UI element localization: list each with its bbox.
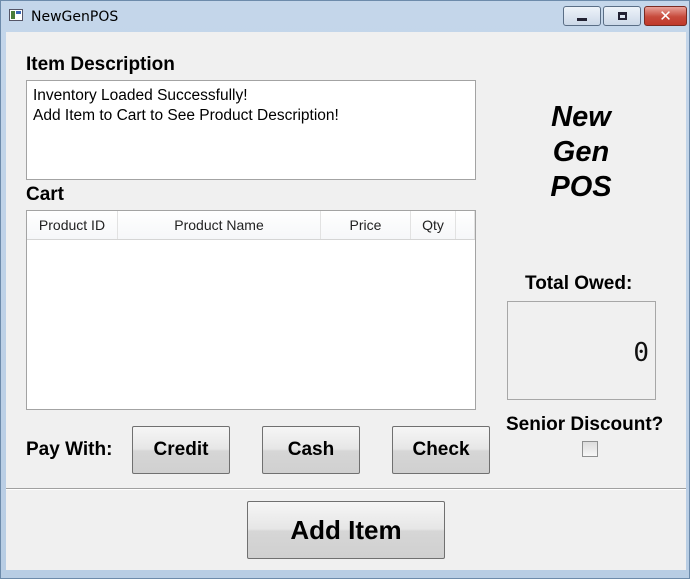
total-owed-value: 0 [633,338,649,368]
description-line: Inventory Loaded Successfully! [33,87,248,104]
title-bar[interactable]: NewGenPOS ✕ [1,1,689,32]
brand-logo: New Gen POS [521,100,641,205]
minimize-icon [577,18,587,21]
minimize-button[interactable] [563,6,601,26]
app-window: NewGenPOS ✕ Item Description Inventory L… [0,0,690,579]
cart-table-header: Product ID Product Name Price Qty [27,211,475,240]
maximize-button[interactable] [603,6,641,26]
divider [6,488,686,490]
brand-line: POS [550,171,612,203]
add-item-button[interactable]: Add Item [247,501,445,559]
cash-button[interactable]: Cash [262,426,360,474]
total-owed-label: Total Owed: [525,273,633,294]
brand-line: Gen [552,136,610,168]
senior-discount-checkbox[interactable] [582,441,598,457]
senior-discount-label: Senior Discount? [506,414,664,435]
credit-button[interactable]: Credit [132,426,230,474]
app-icon [9,9,23,21]
close-icon: ✕ [659,7,672,25]
column-header-qty[interactable]: Qty [411,211,456,239]
client-area: Item Description Inventory Loaded Succes… [6,32,686,570]
column-header-price[interactable]: Price [321,211,411,239]
column-header-product-id[interactable]: Product ID [27,211,118,239]
close-button[interactable]: ✕ [644,6,687,26]
item-description-box[interactable]: Inventory Loaded Successfully! Add Item … [26,80,476,180]
item-description-label: Item Description [26,54,175,75]
window-title: NewGenPOS [31,9,119,25]
column-header-product-name[interactable]: Product Name [118,211,321,239]
total-owed-display: 0 [507,301,656,400]
cart-label: Cart [26,184,65,205]
check-button[interactable]: Check [392,426,490,474]
maximize-icon [618,12,627,20]
brand-line: New [551,101,611,133]
column-header-filler [456,211,475,239]
cart-table[interactable]: Product ID Product Name Price Qty [26,210,476,410]
pay-with-label: Pay With: [26,439,113,460]
description-line: Add Item to Cart to See Product Descript… [33,107,339,124]
